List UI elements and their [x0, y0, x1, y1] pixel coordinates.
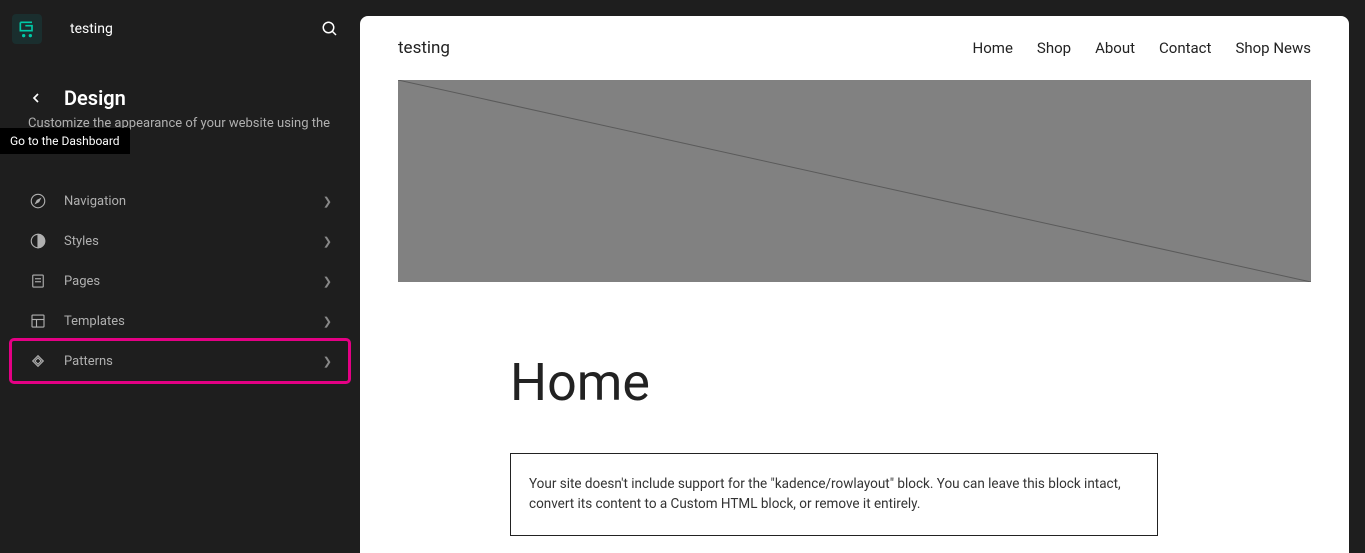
nav-item-templates[interactable]: Templates ❯: [12, 301, 348, 341]
panel-title-row: Go to the Dashboard Design: [0, 58, 360, 110]
diamond-icon: [28, 351, 48, 371]
hero-placeholder: [398, 80, 1311, 282]
sidebar: testing Go to the Dashboard Design Custo…: [0, 0, 360, 553]
nav-link-contact[interactable]: Contact: [1159, 39, 1211, 57]
chevron-right-icon: ❯: [323, 355, 332, 368]
compass-icon: [28, 191, 48, 211]
back-button[interactable]: Go to the Dashboard: [24, 86, 48, 110]
nav-item-styles[interactable]: Styles ❯: [12, 221, 348, 261]
search-button[interactable]: [312, 11, 348, 47]
site-name[interactable]: testing: [70, 21, 312, 37]
site-nav: Home Shop About Contact Shop News: [973, 39, 1311, 57]
layout-icon: [28, 311, 48, 331]
panel-title: Design: [64, 86, 126, 110]
chevron-right-icon: ❯: [323, 315, 332, 328]
back-tooltip: Go to the Dashboard: [0, 128, 130, 154]
nav-label: Templates: [64, 314, 323, 329]
nav-item-patterns[interactable]: Patterns ❯: [12, 341, 348, 381]
nav-label: Pages: [64, 274, 323, 289]
nav-label: Navigation: [64, 194, 323, 209]
preview-frame[interactable]: testing Home Shop About Contact Shop New…: [360, 16, 1349, 553]
chevron-right-icon: ❯: [323, 235, 332, 248]
site-logo[interactable]: [12, 14, 42, 44]
nav-link-shop-news[interactable]: Shop News: [1235, 39, 1311, 57]
block-warning: Your site doesn't include support for th…: [510, 453, 1158, 536]
page-content: Home Your site doesn't include support f…: [360, 282, 1349, 553]
site-header: testing Home Shop About Contact Shop New…: [360, 16, 1349, 80]
nav-list: Navigation ❯ Styles ❯ Pages ❯ Templates …: [0, 173, 360, 389]
nav-item-navigation[interactable]: Navigation ❯: [12, 181, 348, 221]
nav-item-pages[interactable]: Pages ❯: [12, 261, 348, 301]
half-circle-icon: [28, 231, 48, 251]
page-icon: [28, 271, 48, 291]
page-title: Home: [510, 352, 1311, 413]
nav-label: Patterns: [64, 354, 323, 369]
preview-site-title[interactable]: testing: [398, 38, 450, 58]
chevron-right-icon: ❯: [323, 275, 332, 288]
nav-label: Styles: [64, 234, 323, 249]
chevron-right-icon: ❯: [323, 195, 332, 208]
nav-link-home[interactable]: Home: [973, 39, 1013, 57]
nav-link-shop[interactable]: Shop: [1037, 39, 1071, 57]
nav-link-about[interactable]: About: [1095, 39, 1135, 57]
sidebar-header: testing: [0, 0, 360, 58]
